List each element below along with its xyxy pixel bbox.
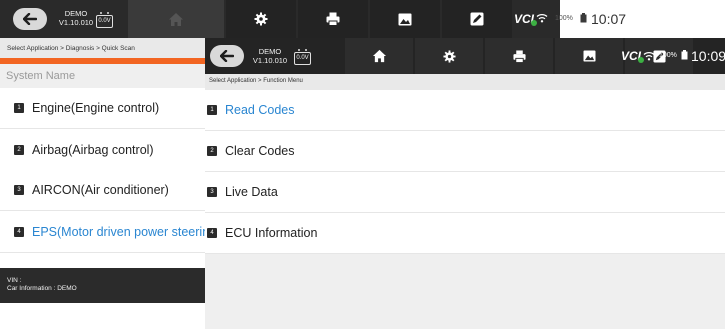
- breadcrumb: Select Application > Diagnosis > Quick S…: [0, 38, 205, 64]
- function-menu-screen: DEMO V1.10.010 0.0V VCI 100% 10:09 Selec…: [205, 38, 725, 329]
- wifi-icon: [643, 52, 655, 61]
- system-label: EPS(Motor driven power steering): [32, 225, 221, 239]
- row-number: 2: [207, 146, 217, 156]
- battery-voltage-icon: 0.0V: [294, 49, 311, 65]
- column-header-system-name: System Name: [0, 64, 205, 88]
- edit-icon: [470, 12, 484, 26]
- print-button[interactable]: [485, 38, 553, 74]
- system-row-eps[interactable]: 4 EPS(Motor driven power steering): [0, 212, 220, 253]
- back-button[interactable]: [210, 45, 244, 67]
- wifi-icon: [536, 14, 548, 23]
- function-row-ecu-information[interactable]: 4 ECU Information: [205, 213, 725, 254]
- battery-voltage-icon: 0.0V: [96, 12, 113, 28]
- clock: 10:09: [691, 48, 725, 64]
- back-clock: 10:07: [591, 11, 627, 27]
- vin-label: VIN :: [7, 277, 22, 284]
- screenshot-button[interactable]: [370, 0, 440, 38]
- vci-status-icon: VCI: [514, 12, 538, 26]
- row-number: 1: [14, 103, 24, 113]
- printer-icon: [512, 49, 526, 63]
- back-arrow-icon: [220, 50, 234, 62]
- gear-icon: [254, 12, 268, 26]
- back-battery-icon: [580, 13, 587, 23]
- row-number: 4: [207, 228, 217, 238]
- back-arrow-icon: [23, 13, 37, 25]
- settings-button[interactable]: [415, 38, 483, 74]
- app-version: DEMO V1.10.010: [54, 9, 98, 27]
- battery-percent: 100%: [659, 52, 677, 59]
- system-row-engine[interactable]: 1 Engine(Engine control): [0, 88, 205, 129]
- row-number: 4: [14, 227, 24, 237]
- system-label: Engine(Engine control): [32, 101, 160, 115]
- row-number: 1: [207, 105, 217, 115]
- voltage-value: 0.0V: [296, 55, 309, 61]
- image-icon: [398, 13, 412, 25]
- home-icon: [169, 12, 183, 26]
- app-name: DEMO: [64, 9, 88, 18]
- function-label: Clear Codes: [225, 144, 295, 158]
- function-label: Read Codes: [225, 103, 295, 117]
- home-button[interactable]: [345, 38, 413, 74]
- app-version: DEMO V1.10.010: [248, 47, 292, 65]
- vci-status-icon: VCI: [621, 49, 645, 63]
- car-information: Car Information : DEMO: [7, 285, 77, 292]
- function-row-read-codes[interactable]: 1 Read Codes: [205, 90, 725, 131]
- vehicle-info-panel: VIN : Car Information : DEMO: [0, 268, 205, 303]
- function-label: ECU Information: [225, 226, 318, 240]
- breadcrumb: Select Application > Function Menu: [205, 74, 725, 90]
- version-number: V1.10.010: [252, 56, 288, 65]
- row-number: 3: [14, 185, 24, 195]
- system-row-airbag[interactable]: 2 Airbag(Airbag control): [0, 130, 205, 171]
- function-label: Live Data: [225, 185, 278, 199]
- version-number: V1.10.010: [58, 18, 94, 27]
- back-battery-percent: 100%: [555, 15, 573, 22]
- gear-icon: [442, 49, 456, 63]
- screenshot-button[interactable]: [555, 38, 623, 74]
- system-label: AIRCON(Air conditioner): [32, 183, 169, 197]
- home-icon: [372, 49, 386, 63]
- edit-button[interactable]: [442, 0, 512, 38]
- voltage-value: 0.0V: [98, 18, 111, 24]
- row-number: 2: [14, 145, 24, 155]
- row-number: 3: [207, 187, 217, 197]
- printer-icon: [326, 12, 340, 26]
- settings-button[interactable]: [226, 0, 296, 38]
- image-icon: [583, 50, 595, 62]
- print-button[interactable]: [298, 0, 368, 38]
- system-label: Airbag(Airbag control): [32, 143, 154, 157]
- function-row-live-data[interactable]: 3 Live Data: [205, 172, 725, 213]
- back-top-toolbar: DEMO V1.10.010 0.0V VCI: [0, 0, 560, 38]
- back-button[interactable]: [13, 8, 47, 30]
- battery-icon: [681, 50, 688, 60]
- home-button[interactable]: [128, 0, 224, 38]
- system-row-aircon[interactable]: 3 AIRCON(Air conditioner): [0, 170, 205, 211]
- function-row-clear-codes[interactable]: 2 Clear Codes: [205, 131, 725, 172]
- app-name: DEMO: [258, 47, 282, 56]
